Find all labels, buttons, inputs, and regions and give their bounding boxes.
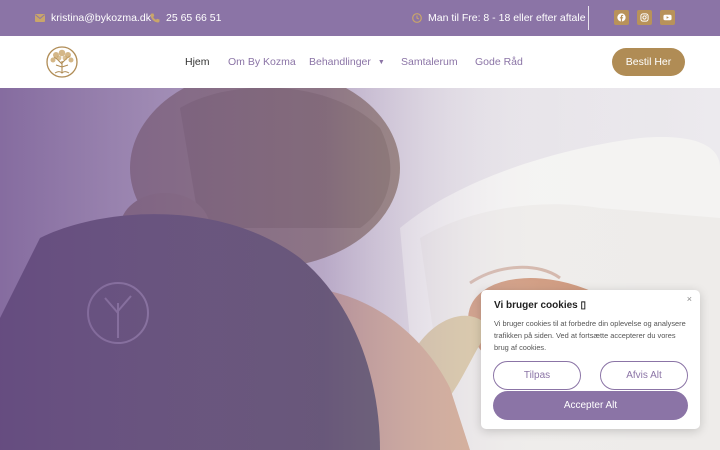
nav-label[interactable]: Samtalerum (401, 56, 458, 68)
instagram-icon[interactable] (637, 10, 652, 25)
phone-contact[interactable]: 25 65 66 51 (150, 0, 221, 36)
youtube-icon[interactable] (660, 10, 675, 25)
nav-label[interactable]: Behandlinger (309, 56, 371, 68)
tree-of-life-logo[interactable] (45, 46, 79, 78)
nav-item-hjem[interactable]: Hjem (185, 36, 210, 88)
cookie-title-icon: ▯ (580, 300, 587, 311)
nav-item-gode-raad[interactable]: Gode Råd (475, 36, 523, 88)
cookie-consent-dialog: Vi bruger cookies ▯ × Vi bruger cookies … (481, 290, 700, 429)
cookie-title: Vi bruger cookies ▯ (494, 300, 687, 311)
book-now-button[interactable]: Bestil Her (612, 48, 685, 76)
nav-label[interactable]: Hjem (185, 56, 210, 68)
phone-icon (150, 13, 160, 23)
opening-hours: Man til Fre: 8 - 18 eller efter aftale (412, 0, 586, 36)
nav-label[interactable]: Gode Råd (475, 56, 523, 68)
cookie-title-text: Vi bruger cookies (494, 300, 578, 311)
top-info-bar: kristina@bykozma.dk 25 65 66 51 Man til … (0, 0, 720, 36)
cookie-button-row: Tilpas Afvis Alt (493, 361, 688, 390)
nav-item-samtalerum[interactable]: Samtalerum (401, 36, 458, 88)
email-text[interactable]: kristina@bykozma.dk (51, 12, 151, 24)
close-icon[interactable]: × (687, 294, 692, 304)
clock-icon (412, 13, 422, 23)
nav-label[interactable]: Om By Kozma (228, 56, 296, 68)
phone-text[interactable]: 25 65 66 51 (166, 12, 221, 24)
site-header: Hjem Om By Kozma Behandlinger ▼ Samtaler… (0, 36, 720, 88)
cookie-message: Vi bruger cookies til at forbedre din op… (494, 319, 686, 352)
hours-text: Man til Fre: 8 - 18 eller efter aftale (428, 12, 586, 24)
nav-item-om-by-kozma[interactable]: Om By Kozma (228, 36, 296, 88)
reject-all-button[interactable]: Afvis Alt (600, 361, 688, 390)
customize-button[interactable]: Tilpas (493, 361, 581, 390)
facebook-icon[interactable] (614, 10, 629, 25)
accept-all-button[interactable]: Accepter Alt (493, 391, 688, 420)
topbar-divider (588, 6, 589, 30)
envelope-icon (35, 14, 45, 22)
email-contact[interactable]: kristina@bykozma.dk (35, 0, 151, 36)
caret-down-icon[interactable]: ▼ (378, 59, 385, 66)
nav-item-behandlinger[interactable]: Behandlinger ▼ (309, 36, 385, 88)
